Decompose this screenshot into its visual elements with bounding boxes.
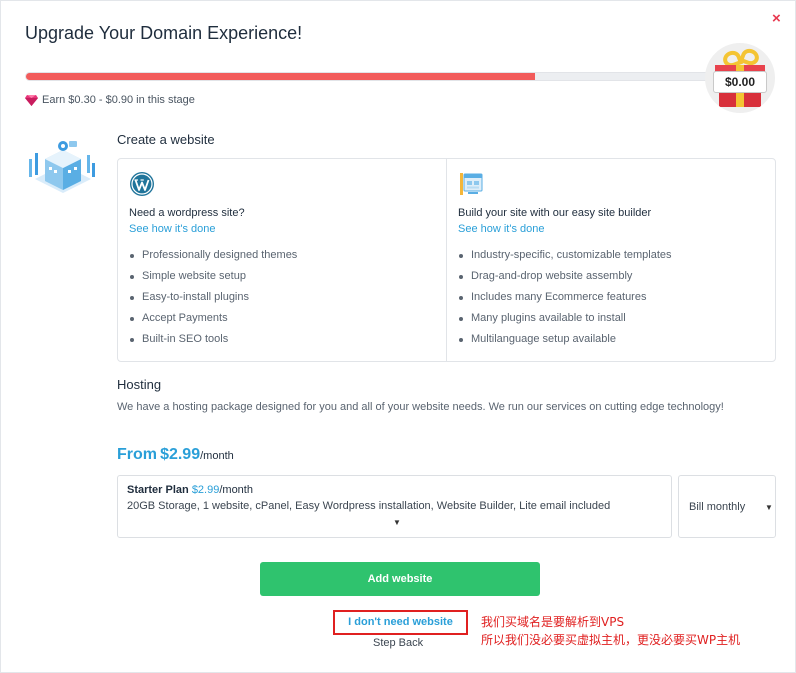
list-item: Drag-and-drop website assembly: [458, 270, 672, 291]
wordpress-option-title: Need a wordpress site?: [129, 207, 245, 219]
wordpress-icon: [130, 172, 154, 196]
list-item: Built-in SEO tools: [129, 333, 297, 354]
list-item: Multilanguage setup available: [458, 333, 672, 354]
site-builder-see-how-link[interactable]: See how it's done: [458, 223, 545, 235]
site-builder-feature-list: Industry-specific, customizable template…: [458, 249, 672, 354]
site-builder-option: Build your site with our easy site build…: [446, 159, 775, 361]
list-item: Accept Payments: [129, 312, 297, 333]
list-item: Easy-to-install plugins: [129, 291, 297, 312]
list-item: Many plugins available to install: [458, 312, 672, 333]
earn-text: Earn $0.30 - $0.90 in this stage: [42, 94, 195, 106]
price-from-amount: $2.99: [160, 446, 201, 463]
site-builder-option-title: Build your site with our easy site build…: [458, 207, 652, 219]
website-options-card: Need a wordpress site? See how it's done…: [117, 158, 776, 362]
no-website-button[interactable]: I don't need website: [333, 610, 468, 635]
reward-amount-badge: $0.00: [713, 71, 767, 93]
hosting-price: From $2.99/month: [117, 446, 234, 464]
plan-details: 20GB Storage, 1 website, cPanel, Easy Wo…: [127, 500, 611, 512]
hosting-plan-select[interactable]: Starter Plan $2.99/month 20GB Storage, 1…: [117, 475, 672, 538]
plan-per: /month: [219, 484, 253, 496]
billing-cycle-select[interactable]: Bill monthly ▼: [678, 475, 776, 538]
price-per-month: /month: [200, 450, 234, 462]
plan-price: $2.99: [191, 484, 220, 496]
modal-title: Upgrade Your Domain Experience!: [25, 23, 303, 43]
price-from-label: From: [117, 446, 157, 463]
plan-name: Starter Plan $2.99/month: [127, 484, 253, 496]
gift-reward-icon: $0.00: [705, 43, 775, 113]
wordpress-option: Need a wordpress site? See how it's done…: [118, 159, 446, 361]
stage-progress-bar: [25, 72, 715, 81]
step-back-link[interactable]: Step Back: [373, 637, 423, 649]
red-annotation-note: 我们买域名是要解析到VPS 所以我们没必要买虚拟主机，更没必要买WP主机: [481, 613, 740, 649]
list-item: Includes many Ecommerce features: [458, 291, 672, 312]
annotation-line-2: 所以我们没必要买虚拟主机，更没必要买WP主机: [481, 633, 741, 647]
progress-fill: [26, 73, 536, 80]
list-item: Industry-specific, customizable template…: [458, 249, 672, 270]
upgrade-modal: × Upgrade Your Domain Experience! $0.00 …: [0, 0, 796, 673]
create-website-heading: Create a website: [117, 132, 215, 147]
server-illustration-icon: [29, 141, 95, 193]
billing-selected: Bill monthly: [689, 501, 746, 513]
wordpress-see-how-link[interactable]: See how it's done: [129, 223, 216, 235]
site-builder-icon: [460, 173, 483, 195]
plan-title: Starter Plan: [127, 484, 189, 496]
chevron-down-icon: ▼: [765, 503, 773, 512]
list-item: Simple website setup: [129, 270, 297, 291]
annotation-line-1: 我们买域名是要解析到VPS: [481, 615, 625, 629]
list-item: Professionally designed themes: [129, 249, 297, 270]
gem-icon: [25, 94, 38, 106]
add-website-button[interactable]: Add website: [260, 562, 540, 596]
hosting-description: We have a hosting package designed for y…: [117, 401, 724, 413]
chevron-down-icon: ▼: [393, 518, 401, 527]
hosting-heading: Hosting: [117, 377, 162, 392]
wordpress-feature-list: Professionally designed themes Simple we…: [129, 249, 297, 354]
close-icon[interactable]: ×: [772, 11, 781, 27]
earn-range: Earn $0.30 - $0.90 in this stage: [25, 94, 195, 106]
